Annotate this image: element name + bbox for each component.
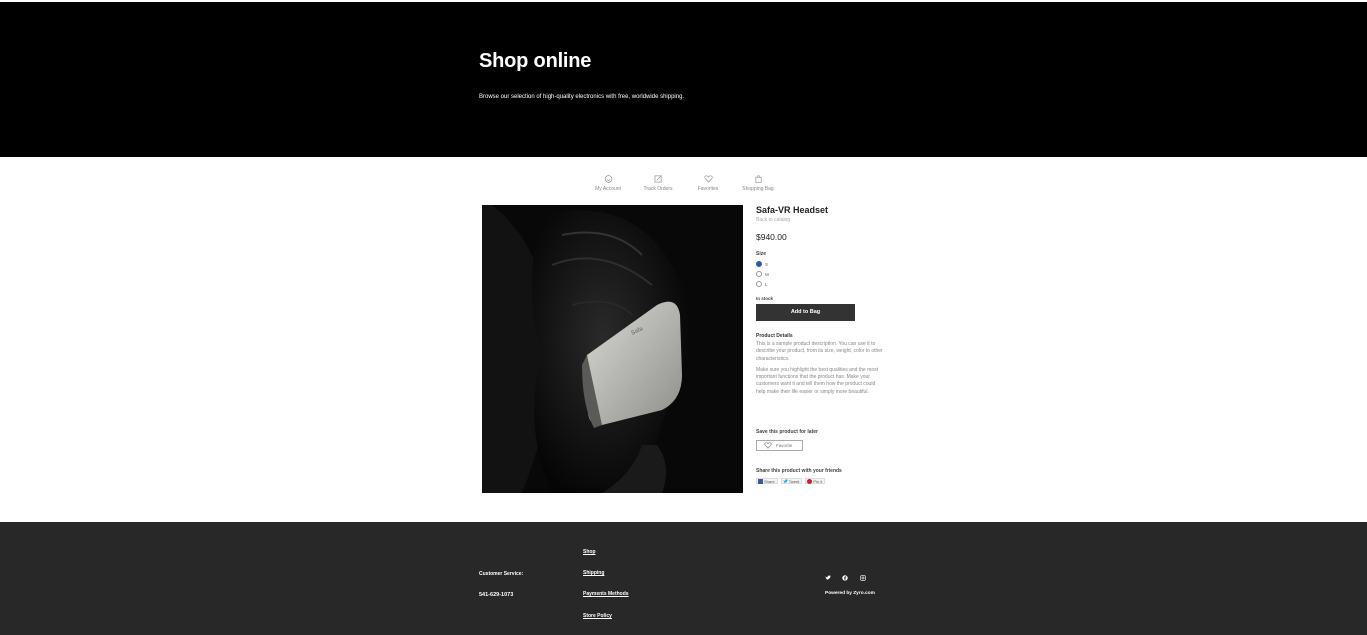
share-label: Share bbox=[764, 478, 775, 484]
nav-label: Shopping Bag bbox=[742, 186, 774, 192]
back-to-catalog-link[interactable]: Back to catalog bbox=[756, 217, 896, 223]
page-title: Shop online bbox=[479, 50, 592, 72]
size-option-m[interactable]: M bbox=[756, 269, 896, 279]
share-title: Share this product with your friends bbox=[756, 468, 842, 475]
save-for-later-title: Save this product for later bbox=[756, 429, 818, 436]
add-to-bag-button[interactable]: Add to Bag bbox=[756, 304, 855, 321]
footer-link-payments[interactable]: Payments Methods bbox=[583, 591, 629, 597]
size-option-l[interactable]: L bbox=[756, 279, 896, 289]
size-option-label: L bbox=[765, 281, 768, 287]
customer-service-label: Customer Service: bbox=[479, 571, 524, 577]
footer bbox=[0, 522, 1367, 635]
twitter-icon bbox=[783, 478, 788, 483]
nav-label: Favorites bbox=[697, 186, 719, 192]
size-label: Size bbox=[756, 251, 767, 257]
smiley-icon bbox=[604, 175, 612, 183]
heart-icon bbox=[703, 175, 713, 183]
share-label: Tweet bbox=[788, 478, 800, 484]
hero-banner: Shop online Browse our selection of high… bbox=[0, 2, 1367, 157]
powered-by: Powered by Zyro.com bbox=[825, 591, 875, 596]
product-name: Safa-VR Headset bbox=[756, 205, 829, 215]
nav-shopping-bag[interactable]: Shopping Bag bbox=[728, 175, 788, 192]
pinterest-icon bbox=[807, 478, 813, 484]
product-description-1: This is a sample product description. Yo… bbox=[756, 341, 883, 362]
size-option-label: M bbox=[765, 271, 769, 277]
stock-status: In stock bbox=[756, 296, 774, 301]
product-image: Safa bbox=[482, 205, 743, 493]
product-details-title: Product Details bbox=[756, 333, 793, 339]
share-buttons: Share Tweet Pin it bbox=[756, 478, 896, 485]
bag-icon bbox=[755, 175, 761, 183]
instagram-icon[interactable] bbox=[860, 575, 866, 581]
footer-link-shipping[interactable]: Shipping bbox=[583, 570, 604, 576]
heart-icon bbox=[764, 442, 772, 449]
phone-number: 541-629-1073 bbox=[479, 592, 514, 598]
share-label: Pin it bbox=[813, 478, 823, 484]
favorite-button-label: Favorite bbox=[776, 443, 793, 449]
twitter-tweet-button[interactable]: Tweet bbox=[780, 478, 803, 485]
nav-label: My Account bbox=[595, 186, 621, 192]
twitter-icon[interactable] bbox=[825, 575, 831, 581]
facebook-share-button[interactable]: Share bbox=[756, 478, 778, 485]
size-option-s[interactable]: S bbox=[756, 259, 896, 269]
size-option-label: S bbox=[765, 261, 769, 267]
product-details: Safa-VR Headset Back to catalog $940.00 … bbox=[756, 205, 896, 485]
nav-label: Track Orders bbox=[643, 186, 673, 192]
pinterest-pin-button[interactable]: Pin it bbox=[805, 478, 826, 485]
product-description-2: Make sure you highlight the best qualiti… bbox=[756, 366, 879, 395]
radio-selected[interactable] bbox=[756, 261, 762, 267]
footer-link-shop[interactable]: Shop bbox=[583, 549, 596, 555]
edit-icon bbox=[654, 175, 662, 183]
footer-link-store-policy[interactable]: Store Policy bbox=[583, 613, 612, 619]
store-nav: My Account Track Orders Favorites Shoppi… bbox=[0, 175, 1367, 195]
radio[interactable] bbox=[756, 281, 762, 287]
favorite-button[interactable]: Favorite bbox=[756, 440, 803, 452]
facebook-icon[interactable] bbox=[842, 575, 848, 581]
product-price: $940.00 bbox=[756, 232, 787, 242]
radio[interactable] bbox=[756, 271, 762, 277]
hero-subtitle: Browse our selection of high-quality ele… bbox=[479, 94, 685, 100]
facebook-icon bbox=[758, 478, 763, 484]
